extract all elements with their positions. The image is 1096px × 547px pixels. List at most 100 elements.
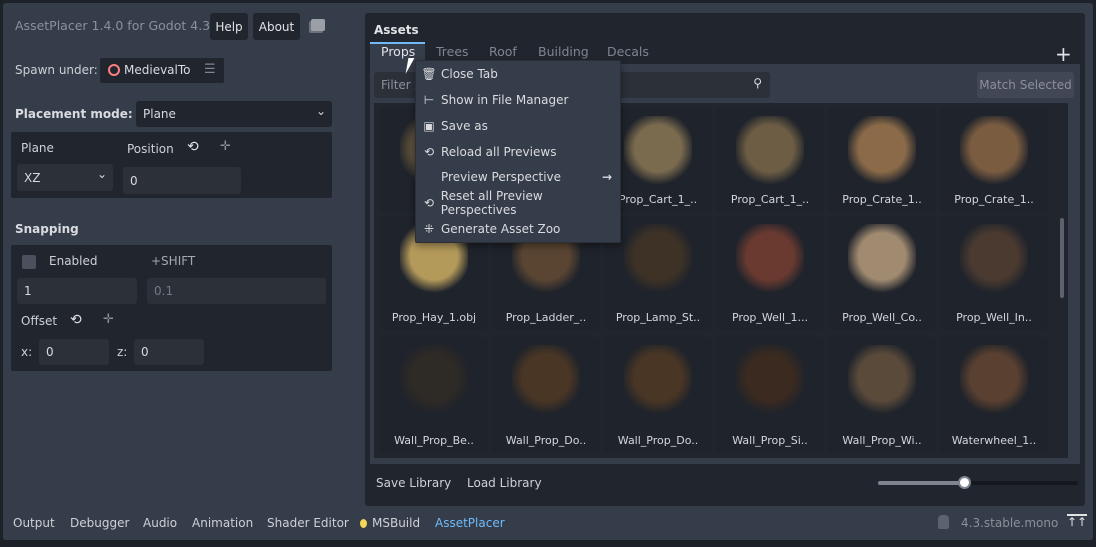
- thumbnail-size-slider[interactable]: [878, 476, 1078, 489]
- zoo-icon: ⁜: [423, 222, 435, 236]
- plane-value: XZ: [24, 170, 41, 185]
- asset-name: Prop_Well_In..: [956, 311, 1032, 324]
- snapping-settings: Enabled +SHIFT 1 0.1 Offset ⟲ ✛ x: 0 z: …: [11, 245, 332, 371]
- menu-label: Show in File Manager: [441, 93, 569, 107]
- save-icon: ▣: [423, 119, 435, 133]
- bottom-tab-assetplacer[interactable]: AssetPlacer: [435, 516, 505, 530]
- menu-label: Generate Asset Zoo: [441, 222, 561, 236]
- plane-select[interactable]: XZ ⌄: [17, 164, 113, 191]
- bottom-tab-msbuild[interactable]: MSBuild: [372, 516, 420, 530]
- save-library-button[interactable]: Save Library: [376, 476, 451, 490]
- offset-x-value: 0: [46, 345, 54, 359]
- enabled-checkbox[interactable]: [22, 255, 36, 269]
- menu-item-reset-perspectives[interactable]: ⟲ Reset all Preview Perspectives: [416, 189, 620, 217]
- position-input[interactable]: 0: [123, 167, 241, 194]
- asset-name: Prop_Ladder_..: [505, 311, 587, 324]
- menu-item-show-in-file-manager[interactable]: ⊢ Show in File Manager: [416, 88, 620, 112]
- trash-icon: 🗑: [421, 67, 437, 81]
- expand-panel-icon[interactable]: ↑↑: [1067, 514, 1088, 528]
- load-library-button[interactable]: Load Library: [467, 476, 542, 490]
- asset-thumbnail[interactable]: Prop_Cart_1_..: [716, 108, 824, 212]
- reset-offset-icon[interactable]: ⟲: [70, 312, 82, 328]
- pick-position-icon[interactable]: ✛: [220, 139, 231, 154]
- reset-icon[interactable]: ⟲: [187, 139, 199, 155]
- enabled-label: Enabled: [49, 254, 98, 268]
- asset-thumbnail[interactable]: Wall_Prop_Be..: [380, 337, 488, 453]
- asset-preview-image: [960, 224, 1028, 296]
- slider-handle[interactable]: [958, 476, 971, 489]
- about-button[interactable]: About: [253, 13, 300, 40]
- bottom-tab-debugger[interactable]: Debugger: [70, 516, 129, 530]
- chevron-down-icon: ⌄: [96, 167, 107, 181]
- menu-item-preview-perspective[interactable]: Preview Perspective →: [416, 165, 620, 189]
- asset-name: Prop_Crate_1..: [954, 193, 1034, 206]
- asset-thumbnail[interactable]: Wall_Prop_Wi..: [828, 337, 936, 453]
- shift-step-value: 0.1: [154, 284, 174, 298]
- asset-name: Wall_Prop_Be..: [394, 434, 474, 447]
- asset-thumbnail[interactable]: Wall_Prop_Do..: [492, 337, 600, 453]
- menu-item-save-as[interactable]: ▣ Save as: [416, 114, 620, 138]
- asset-thumbnail[interactable]: Prop_Crate_1..: [828, 108, 936, 212]
- spawn-node-picker[interactable]: MedievalTo ☰: [100, 58, 224, 83]
- menu-label: Reload all Previews: [441, 145, 557, 159]
- position-value: 0: [130, 173, 138, 188]
- asset-thumbnail[interactable]: Prop_Well_1...: [716, 216, 824, 330]
- godot-icon: [938, 515, 949, 529]
- asset-name: Prop_Hay_1.obj: [391, 311, 477, 324]
- asset-preview-image: [736, 116, 804, 188]
- snap-step-input[interactable]: 1: [17, 278, 137, 304]
- match-selected-button[interactable]: Match Selected: [977, 72, 1074, 98]
- asset-thumbnail[interactable]: Wall_Prop_Do..: [604, 337, 712, 453]
- snap-step-value: 1: [24, 284, 32, 298]
- assets-title: Assets: [374, 23, 419, 37]
- bottom-tab-output[interactable]: Output: [13, 516, 55, 530]
- asset-preview-image: [624, 224, 692, 296]
- asset-preview-image: [624, 345, 692, 417]
- offset-z-value: 0: [141, 345, 149, 359]
- asset-name: Waterwheel_1..: [951, 434, 1037, 447]
- asset-thumbnail[interactable]: Prop_Crate_1..: [940, 108, 1048, 212]
- bottom-tab-shader-editor[interactable]: Shader Editor: [267, 516, 349, 530]
- asset-name: Wall_Prop_Do..: [505, 434, 587, 447]
- pick-offset-icon[interactable]: ✛: [103, 312, 114, 327]
- asset-thumbnail[interactable]: Prop_Well_Co..: [828, 216, 936, 330]
- menu-item-reload-previews[interactable]: ⟲ Reload all Previews: [416, 140, 620, 164]
- select-node-icon[interactable]: ☰: [204, 62, 216, 77]
- asset-name: Wall_Prop_Wi..: [842, 434, 922, 447]
- snapping-title: Snapping: [15, 222, 79, 236]
- arrow-right-icon: →: [601, 170, 612, 184]
- plane-label: Plane: [21, 141, 54, 155]
- bottom-tab-audio[interactable]: Audio: [143, 516, 177, 530]
- version-label: 4.3.stable.mono: [961, 516, 1059, 530]
- asset-preview-image: [736, 224, 804, 296]
- asset-thumbnail[interactable]: Prop_Well_In..: [940, 216, 1048, 330]
- add-tab-icon[interactable]: +: [1055, 42, 1072, 66]
- windows-icon[interactable]: [311, 19, 325, 31]
- placement-mode-value: Plane: [143, 107, 176, 121]
- offset-label: Offset: [21, 314, 58, 328]
- reload-icon: ⟲: [423, 145, 435, 159]
- asset-preview-image: [848, 224, 916, 296]
- asset-thumbnail[interactable]: Waterwheel_1..: [940, 337, 1048, 453]
- asset-thumbnail[interactable]: Wall_Prop_Si..: [716, 337, 824, 453]
- position-label: Position: [127, 142, 174, 156]
- plane-settings: Plane Position ⟲ ✛ XZ ⌄ 0: [11, 132, 332, 198]
- z-label: z:: [117, 345, 128, 359]
- offset-x-input[interactable]: 0: [39, 339, 109, 365]
- chevron-down-icon: ⌄: [315, 104, 326, 118]
- menu-item-generate-asset-zoo[interactable]: ⁜ Generate Asset Zoo: [416, 217, 620, 241]
- scrollbar[interactable]: [1060, 218, 1064, 298]
- shift-step-input[interactable]: 0.1: [147, 278, 326, 304]
- asset-preview-image: [960, 345, 1028, 417]
- menu-item-close-tab[interactable]: 🗑 Close Tab: [416, 62, 620, 86]
- asset-preview-image: [848, 345, 916, 417]
- placement-mode-select[interactable]: Plane ⌄: [136, 101, 332, 127]
- slider-fill: [878, 481, 964, 485]
- help-button[interactable]: Help: [210, 13, 248, 40]
- app-title: AssetPlacer 1.4.0 for Godot 4.3.: [15, 18, 215, 33]
- offset-z-input[interactable]: 0: [134, 339, 204, 365]
- bottom-tab-animation[interactable]: Animation: [192, 516, 253, 530]
- node-icon: [108, 64, 120, 76]
- reload-icon: ⟲: [423, 196, 434, 210]
- menu-label: Save as: [441, 119, 488, 133]
